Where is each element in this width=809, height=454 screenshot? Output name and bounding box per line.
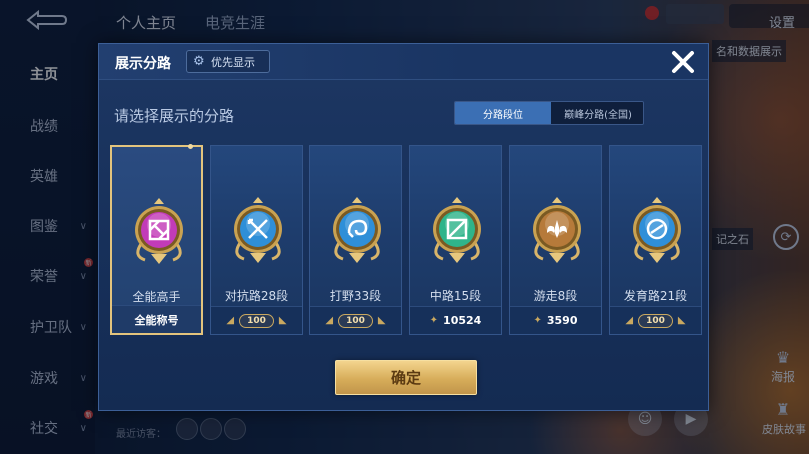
- target-icon: [633, 197, 681, 263]
- wing-right-icon: ◣: [377, 315, 386, 326]
- lane-card-footer: 全能称号: [112, 305, 201, 333]
- wing-right-icon: ◣: [278, 315, 287, 326]
- lane-card[interactable]: 发育路21段 ◢ 100 ◣: [609, 145, 702, 335]
- priority-display-button[interactable]: ⚙ 优先显示: [186, 50, 270, 73]
- lane-display-dialog: 展示分路 ⚙ 优先显示 请选择展示的分路 分路段位 巅峰分路(全国) 全能高手全…: [98, 43, 709, 411]
- lane-card-name: 对抗路28段: [224, 289, 289, 303]
- lane-card-name: 打野33段: [329, 289, 382, 303]
- tab-lane-rank[interactable]: 分路段位: [455, 102, 551, 124]
- all-round-icon: [135, 198, 183, 264]
- lane-card-name: 发育路21段: [623, 289, 688, 303]
- crossed-swords-icon: [234, 197, 282, 263]
- dialog-header: 展示分路 ⚙ 优先显示: [99, 44, 708, 80]
- wing-left-icon: ◢: [325, 315, 334, 326]
- lane-card[interactable]: 中路15段 ✦ 10524: [409, 145, 502, 335]
- title-label: 全能称号: [134, 313, 179, 327]
- lane-card[interactable]: 游走8段 ✦ 3590: [509, 145, 602, 335]
- lane-card-footer: ◢ 100 ◣: [610, 306, 701, 334]
- lane-card-name: 中路15段: [429, 289, 482, 303]
- lane-card[interactable]: 打野33段 ◢ 100 ◣: [309, 145, 402, 335]
- gear-icon: ⚙: [193, 53, 205, 69]
- rank-star-badge: 100: [239, 313, 274, 328]
- lane-card[interactable]: 全能高手 全能称号: [110, 144, 203, 335]
- wings-icon: [533, 197, 581, 263]
- peak-score-value: 3590: [546, 314, 578, 327]
- wing-left-icon: ◢: [625, 315, 634, 326]
- mid-lane-icon: [433, 197, 481, 263]
- confirm-button[interactable]: 确定: [335, 360, 477, 395]
- lane-card-footer: ◢ 100 ◣: [211, 306, 302, 334]
- lane-card-footer: ✦ 3590: [510, 306, 601, 334]
- lane-mode-toggle: 分路段位 巅峰分路(全国): [454, 101, 644, 125]
- rank-star-badge: 100: [338, 313, 373, 328]
- wing-right-icon: ◣: [677, 315, 686, 326]
- tab-peak-lane[interactable]: 巅峰分路(全国): [551, 102, 643, 124]
- dialog-title: 展示分路: [115, 56, 171, 72]
- selected-indicator: [188, 144, 193, 149]
- lane-card[interactable]: 对抗路28段 ◢ 100 ◣: [210, 145, 303, 335]
- rank-star-badge: 100: [638, 313, 673, 328]
- close-icon: [672, 51, 694, 73]
- lane-card-footer: ◢ 100 ◣: [310, 306, 401, 334]
- peak-score-value: 10524: [443, 314, 482, 327]
- lane-card-footer: ✦ 10524: [410, 306, 501, 334]
- lane-card-name: 全能高手: [132, 290, 181, 304]
- lane-card-name: 游走8段: [533, 289, 578, 303]
- close-button[interactable]: [667, 46, 699, 78]
- peak-score-icon: ✦: [429, 315, 439, 326]
- peak-score-icon: ✦: [533, 315, 542, 326]
- dragon-icon: [333, 197, 381, 263]
- wing-left-icon: ◢: [226, 315, 235, 326]
- dialog-subtitle: 请选择展示的分路: [114, 107, 235, 125]
- priority-display-label: 优先显示: [211, 55, 255, 69]
